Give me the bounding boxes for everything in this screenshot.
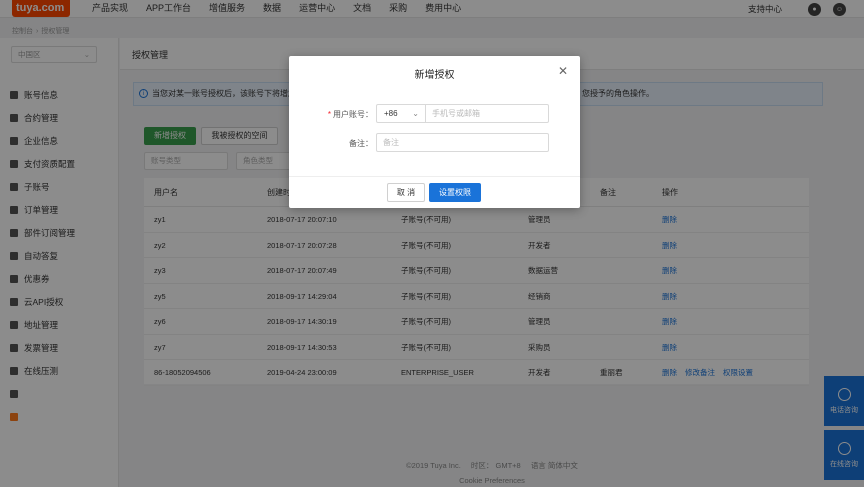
dialog-footer: 取 消 设置权限	[289, 176, 580, 208]
add-authorization-dialog: 新增授权 ✕ * 用户账号： +86 ⌄ 手机号或邮箱 备注： 备注 取 消 设置权…	[289, 56, 580, 208]
required-marker: *	[327, 110, 331, 119]
chevron-down-icon: ⌄	[412, 109, 419, 118]
close-icon[interactable]: ✕	[558, 65, 568, 77]
country-code-value: +86	[384, 109, 398, 118]
note-label: 备注：	[349, 139, 373, 148]
country-code-select[interactable]: +86 ⌄	[376, 104, 426, 123]
phone-or-email-input[interactable]: 手机号或邮箱	[425, 104, 549, 123]
cancel-button[interactable]: 取 消	[387, 183, 425, 202]
note-input[interactable]: 备注	[376, 133, 549, 152]
account-label: * 用户账号：	[309, 109, 373, 120]
account-label-text: 用户账号：	[333, 110, 373, 119]
set-permissions-button[interactable]: 设置权限	[429, 183, 481, 202]
dialog-title: 新增授权	[414, 70, 455, 81]
